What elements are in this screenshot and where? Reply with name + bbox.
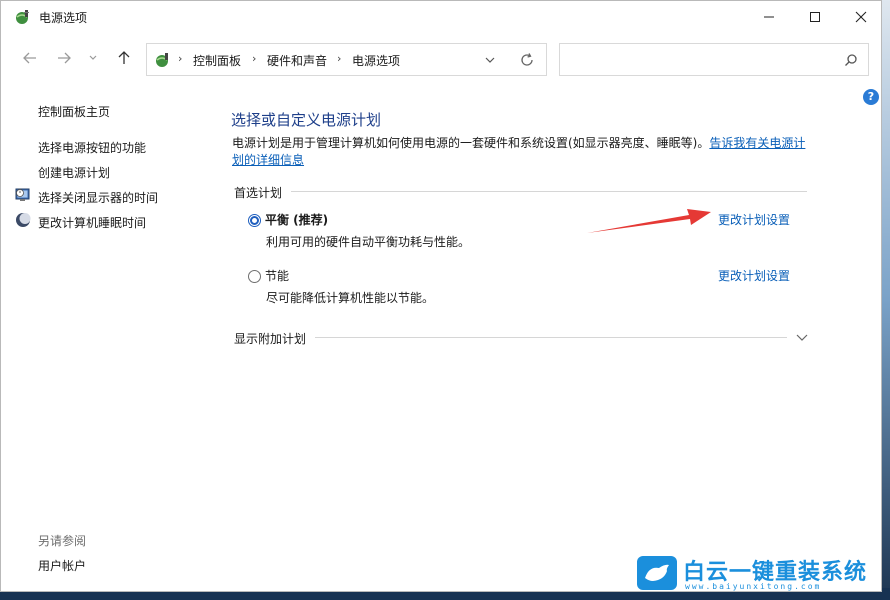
watermark-url: www.baiyunxitong.com <box>685 582 821 591</box>
power-options-window: 电源选项 › 控制面板 <box>0 0 882 592</box>
annotation-arrow-icon <box>585 205 715 237</box>
recent-locations-button[interactable] <box>85 47 101 69</box>
breadcrumb-separator-icon: › <box>252 52 256 65</box>
choose-power-button-link[interactable]: 选择电源按钮的功能 <box>38 139 146 156</box>
power-saver-change-plan-settings-link[interactable]: 更改计划设置 <box>718 267 790 284</box>
up-button[interactable] <box>113 47 135 69</box>
section-divider <box>291 191 807 192</box>
breadcrumb-hardware-sound[interactable]: 硬件和声音 <box>267 52 327 69</box>
chevron-down-icon <box>88 53 98 63</box>
show-additional-plans-label[interactable]: 显示附加计划 <box>234 330 312 347</box>
address-history-chevron-icon[interactable] <box>483 53 497 67</box>
balanced-plan-name[interactable]: 平衡 (推荐) <box>265 211 328 228</box>
section-divider <box>315 337 787 338</box>
change-sleep-time-link[interactable]: 更改计算机睡眠时间 <box>38 214 146 231</box>
refresh-icon[interactable] <box>519 52 535 68</box>
bird-logo-icon <box>637 556 677 590</box>
left-task-pane: 控制面板主页 选择电源按钮的功能 创建电源计划 选择关闭显示器的时间 更改计算机… <box>1 89 211 589</box>
description-text: 电源计划是用于管理计算机如何使用电源的一套硬件和系统设置(如显示器亮度、睡眠等)… <box>232 136 709 150</box>
turn-off-display-time-link[interactable]: 选择关闭显示器的时间 <box>38 189 158 206</box>
maximize-icon <box>809 11 821 23</box>
display-clock-icon <box>15 187 31 203</box>
arrow-right-icon <box>57 51 71 65</box>
balanced-plan-radio[interactable] <box>248 214 261 227</box>
title-bar: 电源选项 <box>1 1 881 33</box>
search-input[interactable] <box>566 50 826 70</box>
breadcrumb-separator-icon: › <box>337 52 341 65</box>
power-saver-plan-description: 尽可能降低计算机性能以节能。 <box>266 289 434 306</box>
breadcrumb-control-panel[interactable]: 控制面板 <box>193 52 241 69</box>
control-panel-icon <box>155 52 171 68</box>
search-box[interactable] <box>559 43 869 76</box>
power-saver-plan-radio[interactable] <box>248 270 261 283</box>
navigation-bar: › 控制面板 › 硬件和声音 › 电源选项 <box>1 39 881 79</box>
close-button[interactable] <box>838 1 882 33</box>
close-icon <box>855 11 867 23</box>
power-saver-plan-name[interactable]: 节能 <box>265 267 289 284</box>
maximize-button[interactable] <box>792 1 838 33</box>
minimize-icon <box>763 11 775 23</box>
balanced-change-plan-settings-link[interactable]: 更改计划设置 <box>718 211 790 228</box>
create-power-plan-link[interactable]: 创建电源计划 <box>38 164 110 181</box>
breadcrumb-separator-icon: › <box>178 52 182 65</box>
preferred-plans-label: 首选计划 <box>234 184 288 201</box>
arrow-left-icon <box>23 51 37 65</box>
watermark-logo: 白云一键重装系统 www.baiyunxitong.com <box>637 554 882 592</box>
breadcrumb-power-options[interactable]: 电源选项 <box>352 52 400 69</box>
control-panel-home-link[interactable]: 控制面板主页 <box>38 103 110 120</box>
back-button[interactable] <box>19 47 41 69</box>
power-options-icon <box>15 9 31 25</box>
balanced-plan-description: 利用可用的硬件自动平衡功耗与性能。 <box>266 233 470 250</box>
chevron-down-icon[interactable] <box>795 330 809 344</box>
arrow-up-icon <box>117 51 131 65</box>
see-also-label: 另请参阅 <box>38 532 86 549</box>
sleep-moon-icon <box>15 212 31 228</box>
address-bar[interactable]: › 控制面板 › 硬件和声音 › 电源选项 <box>146 43 547 76</box>
minimize-button[interactable] <box>746 1 792 33</box>
user-accounts-link[interactable]: 用户帐户 <box>38 557 86 574</box>
forward-button[interactable] <box>53 47 75 69</box>
page-title: 选择或自定义电源计划 <box>231 109 381 130</box>
window-title: 电源选项 <box>39 9 87 26</box>
search-icon[interactable] <box>844 53 858 67</box>
help-icon[interactable]: ? <box>863 89 879 105</box>
page-description: 电源计划是用于管理计算机如何使用电源的一套硬件和系统设置(如显示器亮度、睡眠等)… <box>232 135 812 169</box>
